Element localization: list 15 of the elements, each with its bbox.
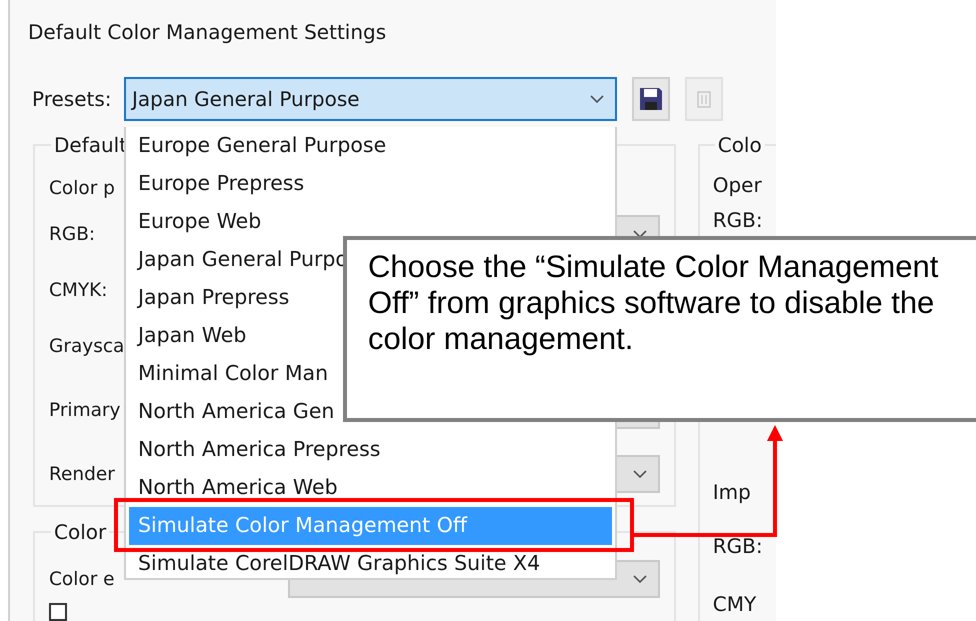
- setting-label: Color e: [49, 568, 115, 590]
- callout-text: Choose the “Simulate Color Management Off” from graphics software to disable the color management.: [368, 249, 940, 357]
- setting-label: Render: [49, 464, 115, 484]
- setting-label: Primary: [49, 400, 120, 420]
- setting-label: RGB:: [712, 207, 764, 234]
- setting-label: RGB:: [712, 533, 764, 560]
- setting-label: CMYK:: [49, 280, 108, 300]
- setting-label: Oper: [712, 172, 763, 199]
- setting-label: RGB:: [49, 224, 96, 244]
- setting-label: Imp: [712, 479, 752, 506]
- setting-label: Color p: [49, 178, 115, 198]
- presets-label: Presets:: [32, 87, 113, 111]
- setting-label: Graysca: [49, 336, 124, 356]
- dialog-title: Default Color Management Settings: [27, 19, 388, 46]
- setting-label: CMY: [712, 591, 758, 618]
